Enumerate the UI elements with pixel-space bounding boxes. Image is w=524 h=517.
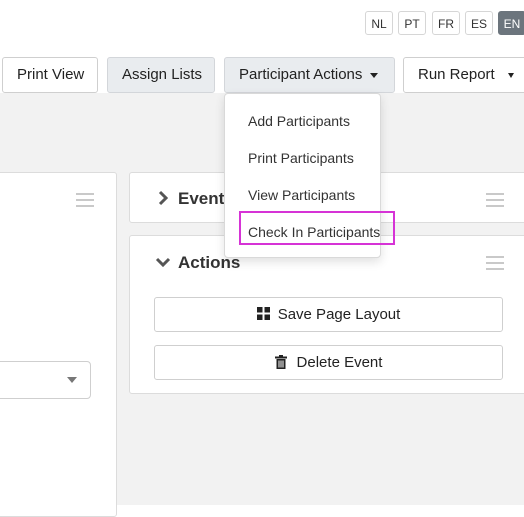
print-view-button[interactable]: Print View [2,57,98,93]
chevron-down-icon[interactable] [155,257,171,267]
drag-handle-icon[interactable] [76,193,94,207]
caret-down-icon [508,73,514,78]
save-page-layout-label: Save Page Layout [277,306,401,323]
lang-pt[interactable]: PT [398,11,426,35]
trash-icon [274,355,287,369]
assign-lists-button[interactable]: Assign Lists [107,57,215,93]
chevron-down-icon [67,377,77,383]
participant-actions-button[interactable]: Participant Actions [224,57,395,93]
grid-icon [256,307,270,320]
chevron-right-icon[interactable] [158,190,168,206]
participant-actions-label: Participant Actions [239,66,363,83]
run-report-label: Run Report [418,66,495,83]
save-page-layout-button[interactable]: Save Page Layout [154,297,503,332]
run-report-button[interactable]: Run Report [403,57,524,93]
delete-event-label: Delete Event [296,354,383,371]
lang-nl[interactable]: NL [365,11,393,35]
caret-down-icon [370,72,379,78]
drag-handle-icon[interactable] [486,256,504,270]
menu-item-add-participants[interactable]: Add Participants [248,113,350,129]
lang-es[interactable]: ES [465,11,493,35]
lang-en[interactable]: EN [498,11,524,35]
event-panel-title: Event [178,189,225,208]
delete-event-button[interactable]: Delete Event [154,345,503,380]
left-panel [0,172,117,517]
menu-item-print-participants[interactable]: Print Participants [248,150,354,166]
menu-item-view-participants[interactable]: View Participants [248,187,355,203]
select-dropdown[interactable] [0,361,91,399]
lang-fr[interactable]: FR [432,11,460,35]
drag-handle-icon[interactable] [486,193,504,207]
highlight-box [239,211,395,245]
